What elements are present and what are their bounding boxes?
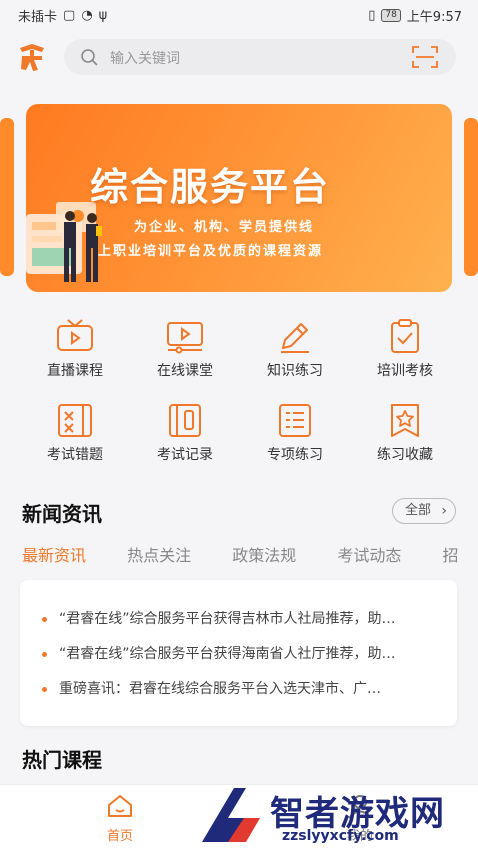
feature-label: 在线课堂 [157, 363, 213, 379]
feature-knowledge-practice[interactable]: 知识练习 [240, 318, 350, 390]
banner-subtitle-line2: 上职业培训平台及优质的课程资源 [98, 244, 324, 259]
feature-label: 培训考核 [377, 363, 433, 379]
tv-icon [57, 319, 93, 351]
feature-training-assessment[interactable]: 培训考核 [350, 318, 460, 390]
exam-record-icon [169, 404, 201, 437]
feature-exam-records[interactable]: 考试记录 [130, 402, 240, 474]
bullet-icon [42, 686, 47, 692]
news-item-text: “君睿在线”综合服务平台获得海南省人社厅推荐，助… [59, 646, 396, 662]
usb-icon: ψ [98, 8, 108, 23]
wrong-questions-icon [58, 404, 92, 437]
video-play-icon [167, 322, 203, 354]
news-section-title: 新闻资讯 [22, 502, 102, 526]
sim-icon: ▢ [63, 8, 76, 23]
banner-prev-peek [0, 118, 14, 276]
watermark: 智者游戏网 zzslyyxcfy.com [196, 782, 478, 850]
carrier-label: 未插卡 [18, 10, 58, 25]
home-icon [108, 795, 132, 817]
news-item-text: 重磅喜讯：君睿在线综合服务平台入选天津市、广… [59, 681, 381, 697]
banner-carousel[interactable]: 综合服务平台 为企业、机构、学员提供线 上职业培训平台及优质的课程资源 [0, 100, 478, 295]
tab-hot[interactable]: 热点关注 [127, 542, 191, 566]
news-list: “君睿在线”综合服务平台获得吉林市人社局推荐，助… “君睿在线”综合服务平台获得… [20, 580, 457, 726]
feature-wrong-questions[interactable]: 考试错题 [20, 402, 130, 474]
hot-courses-title: 热门课程 [22, 748, 102, 772]
feature-label: 专项练习 [267, 447, 323, 463]
tab-latest[interactable]: 最新资讯 [22, 542, 86, 566]
banner-title: 综合服务平台 [90, 165, 331, 209]
status-bar: 未插卡 ▢ ◔ ψ ▯ 78 上午9:57 [0, 0, 478, 30]
feature-practice-favorites[interactable]: 练习收藏 [350, 402, 460, 474]
tab-more[interactable]: 招 [442, 542, 458, 566]
nav-home[interactable]: 首页 [90, 793, 150, 844]
list-item[interactable]: 重磅喜讯：君睿在线综合服务平台入选天津市、广… [42, 678, 442, 700]
vibrate-icon: ▯ [368, 8, 376, 23]
battery-icon: 78 [381, 9, 401, 22]
list-icon [279, 404, 311, 437]
watermark-logo-icon [202, 788, 260, 842]
feature-label: 直播课程 [47, 363, 103, 379]
bullet-icon [42, 616, 47, 622]
app-logo-icon[interactable] [14, 40, 50, 76]
list-item[interactable]: “君睿在线”综合服务平台获得海南省人社厅推荐，助… [42, 643, 442, 665]
clipboard-check-icon [391, 319, 419, 353]
header: 输入关键词 [0, 30, 478, 84]
feature-label: 知识练习 [267, 363, 323, 379]
feature-special-practice[interactable]: 专项练习 [240, 402, 350, 474]
banner-subtitle-line1: 为企业、机构、学员提供线 [134, 220, 315, 235]
scan-icon[interactable] [412, 46, 438, 68]
search-input[interactable]: 输入关键词 [110, 48, 180, 68]
clock: 上午9:57 [406, 10, 462, 25]
news-tabs: 最新资讯 热点关注 政策法规 考试动态 招 [22, 542, 478, 568]
feature-label: 考试记录 [157, 447, 213, 463]
star-bookmark-icon [391, 404, 419, 437]
news-item-text: “君睿在线”综合服务平台获得吉林市人社局推荐，助… [59, 611, 396, 627]
search-icon [81, 49, 98, 66]
news-all-button[interactable]: 全部 › [391, 498, 456, 524]
banner-next-peek [464, 118, 478, 276]
list-item[interactable]: “君睿在线”综合服务平台获得吉林市人社局推荐，助… [42, 608, 442, 630]
tab-exam-news[interactable]: 考试动态 [337, 542, 401, 566]
chevron-right-icon: › [441, 503, 447, 519]
tab-policy[interactable]: 政策法规 [232, 542, 296, 566]
watermark-url: zzslyyxcfy.com [282, 828, 399, 844]
search-bar[interactable]: 输入关键词 [64, 39, 456, 75]
news-all-label: 全部 [404, 503, 431, 518]
feature-live-courses[interactable]: 直播课程 [20, 318, 130, 390]
feature-label: 练习收藏 [377, 447, 433, 463]
wifi-icon: ◔ [81, 8, 93, 23]
banner-slide[interactable]: 综合服务平台 为企业、机构、学员提供线 上职业培训平台及优质的课程资源 [26, 104, 452, 292]
pencil-icon [281, 323, 309, 353]
feature-label: 考试错题 [47, 447, 103, 463]
feature-online-class[interactable]: 在线课堂 [130, 318, 240, 390]
nav-home-label: 首页 [106, 829, 133, 844]
bullet-icon [42, 651, 47, 657]
